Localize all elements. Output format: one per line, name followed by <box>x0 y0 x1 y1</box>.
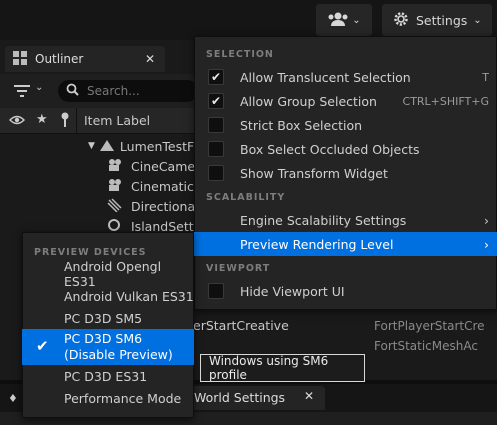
tab-icon: ♦ <box>8 392 18 405</box>
settings-button[interactable]: Settings ⌄ <box>382 4 492 36</box>
menu-item-pc-sm6[interactable]: ✔ PC D3D SM6 (Disable Preview) <box>22 329 194 365</box>
tree-row[interactable]: ▼ LumenTestF <box>88 136 194 156</box>
menu-item-android-opengl[interactable]: Android Opengl ES31 <box>22 259 194 289</box>
menu-item-label: Allow Translucent Selection <box>240 69 411 85</box>
menu-item-label: Strict Box Selection <box>240 117 363 133</box>
row-label: LumenTestF <box>119 138 195 154</box>
tree-row[interactable]: Directional <box>107 196 199 216</box>
outliner-icon <box>13 50 27 68</box>
tab-label: World Settings <box>194 390 286 405</box>
checkbox-unchecked[interactable] <box>208 141 224 157</box>
chevron-right-icon: › <box>484 212 489 228</box>
section-header: PREVIEW DEVICES <box>34 247 147 258</box>
tree-row[interactable]: Cinematic <box>107 176 194 196</box>
close-icon[interactable]: ✕ <box>145 52 155 66</box>
row-type: FortStaticMeshAc <box>374 339 478 353</box>
row-label: Cinematic <box>131 178 194 194</box>
gear-icon <box>392 10 410 31</box>
shortcut-label: T <box>482 70 489 84</box>
menu-item-label: PC D3D SM5 <box>64 310 143 326</box>
menu-item-box-select-occluded[interactable]: Box Select Occluded Objects <box>194 137 497 161</box>
menu-item-allow-group[interactable]: ✔ Allow Group Selection CTRL+SHIFT+G <box>194 89 497 113</box>
chevron-down-icon: ⌄ <box>352 14 361 26</box>
tooltip-text: Windows using SM6 profile <box>209 354 329 382</box>
menu-item-label: Hide Viewport UI <box>240 283 345 299</box>
menu-item-preview-rendering[interactable]: Preview Rendering Level › <box>194 232 497 256</box>
close-icon[interactable]: ✕ <box>304 389 314 403</box>
expand-triangle-icon: ▼ <box>88 141 95 151</box>
menu-item-android-vulkan[interactable]: Android Vulkan ES31 <box>22 285 194 307</box>
menu-item-strict-box[interactable]: Strict Box Selection <box>194 113 497 137</box>
tree-row[interactable]: CineCamer <box>107 156 200 176</box>
menu-item-label: Allow Group Selection <box>240 93 377 109</box>
section-header: SCALABILITY <box>206 192 286 203</box>
chevron-down-icon: ⌄ <box>473 14 482 26</box>
column-divider <box>76 108 77 134</box>
checkbox-checked[interactable]: ✔ <box>208 69 224 85</box>
directional-light-icon <box>107 197 123 215</box>
filter-icon[interactable] <box>14 84 30 101</box>
menu-item-pc-es31[interactable]: PC D3D ES31 <box>22 365 194 387</box>
search-icon <box>66 83 79 99</box>
camera-icon <box>107 158 123 175</box>
multiplayer-button[interactable]: ⌄ <box>316 4 372 36</box>
menu-item-engine-scalability[interactable]: Engine Scalability Settings › <box>194 208 497 232</box>
cinematic-icon <box>107 178 123 195</box>
star-icon[interactable]: ★ <box>36 112 48 127</box>
pin-icon[interactable] <box>60 112 70 131</box>
row-type: FortPlayerStartCre <box>374 319 485 333</box>
item-label-header[interactable]: Item Label <box>84 113 150 128</box>
menu-item-label: Show Transform Widget <box>240 165 388 181</box>
checkmark-icon: ✔ <box>36 337 49 355</box>
chevron-right-icon: › <box>484 236 489 252</box>
row-label[interactable]: erStartCreative <box>193 318 289 333</box>
tooltip: Windows using SM6 profile <box>200 354 365 382</box>
users-icon <box>327 11 349 30</box>
menu-item-label: PC D3D SM6 <box>64 331 143 346</box>
tab-label: Outliner <box>35 52 84 66</box>
level-icon <box>99 139 114 154</box>
menu-item-allow-translucent[interactable]: ✔ Allow Translucent Selection T <box>194 65 497 89</box>
checkbox-unchecked[interactable] <box>208 283 224 299</box>
checkbox-checked[interactable]: ✔ <box>208 93 224 109</box>
eye-icon[interactable] <box>9 114 25 129</box>
menu-item-label: PC D3D ES31 <box>64 368 148 384</box>
search-placeholder: Search... <box>87 84 140 98</box>
menu-item-pc-sm5[interactable]: PC D3D SM5 <box>22 307 194 329</box>
search-input[interactable]: Search... <box>58 80 198 102</box>
settings-label: Settings <box>416 12 468 28</box>
tab-outliner[interactable]: Outliner ✕ <box>5 46 165 72</box>
menu-item-show-transform[interactable]: Show Transform Widget <box>194 161 497 185</box>
menu-item-hide-viewport-ui[interactable]: Hide Viewport UI <box>194 279 497 303</box>
row-label: Directional <box>131 198 199 214</box>
menu-item-label: Preview Rendering Level <box>240 236 394 252</box>
row-label: CineCamer <box>131 158 201 174</box>
menu-item-label: Box Select Occluded Objects <box>240 141 420 157</box>
section-header: SELECTION <box>206 49 274 60</box>
menu-item-label: Performance Mode <box>64 390 182 406</box>
shortcut-label: CTRL+SHIFT+G <box>402 94 489 108</box>
menu-item-performance-mode[interactable]: Performance Mode <box>22 387 194 409</box>
chevron-down-icon: ⌄ <box>35 82 44 93</box>
menu-item-label: Android Vulkan ES31 <box>64 288 194 304</box>
checkbox-unchecked[interactable] <box>208 117 224 133</box>
section-header: VIEWPORT <box>206 263 271 274</box>
checkbox-unchecked[interactable] <box>208 165 224 181</box>
menu-item-label: Engine Scalability Settings <box>240 212 407 228</box>
menu-item-sublabel: (Disable Preview) <box>64 347 173 362</box>
